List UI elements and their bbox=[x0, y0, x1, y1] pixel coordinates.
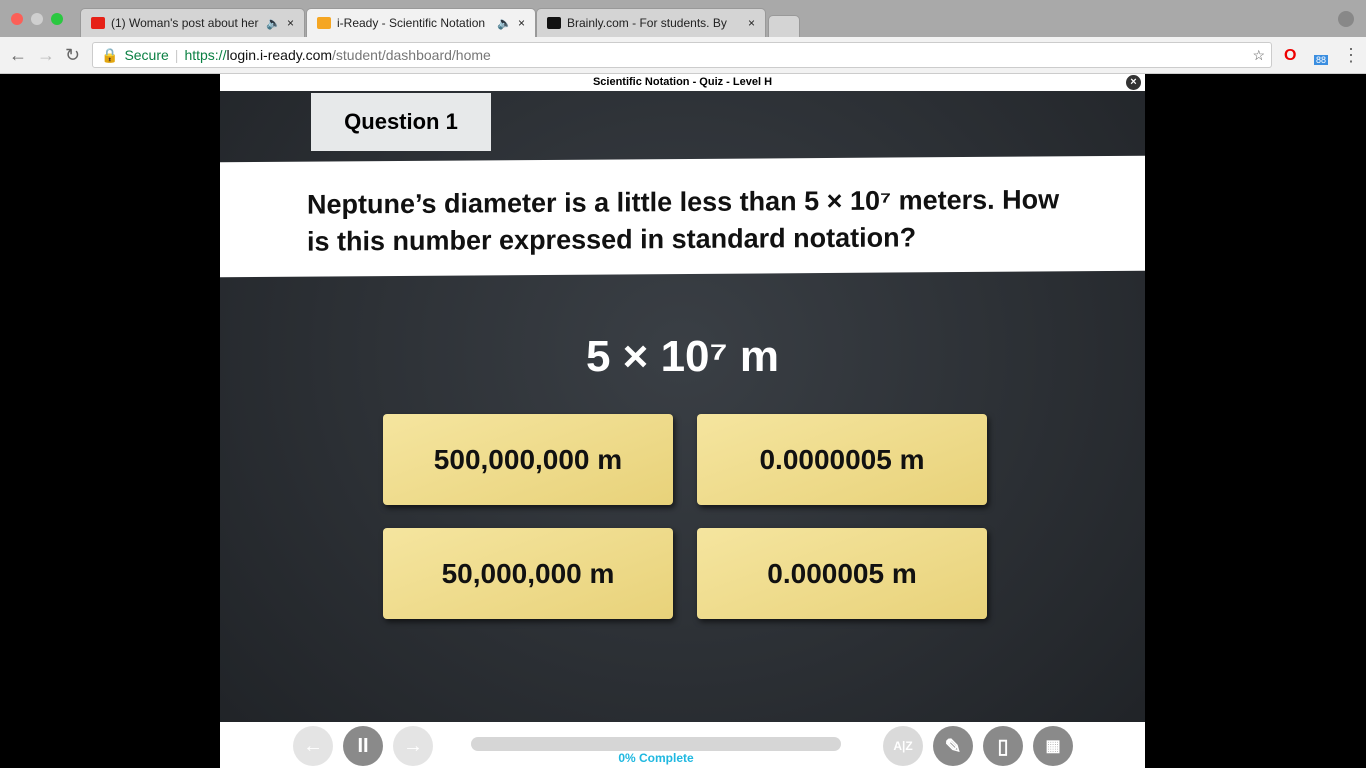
maximize-window-button[interactable] bbox=[51, 13, 63, 25]
reload-icon[interactable]: ↻ bbox=[65, 45, 80, 66]
quiz-app: Scientific Notation - Quiz - Level H × Qu… bbox=[220, 74, 1145, 768]
expression: 5 × 10⁷ m bbox=[585, 332, 780, 381]
youtube-icon bbox=[91, 17, 105, 29]
question-label: Question 1 bbox=[311, 93, 491, 151]
close-tab-icon[interactable]: × bbox=[518, 16, 525, 30]
answer-option-3[interactable]: 50,000,000 m bbox=[383, 528, 673, 619]
address-bar: ← → ↻ 🔒 Secure | https://login.i-ready.c… bbox=[0, 37, 1366, 74]
tab-brainly[interactable]: Brainly.com - For students. By × bbox=[536, 8, 766, 37]
extension-badge[interactable]: 88 bbox=[1314, 55, 1329, 65]
glossary-button[interactable]: A|Z bbox=[883, 726, 923, 766]
opera-icon[interactable]: O bbox=[1284, 47, 1296, 65]
progress-label: 0% Complete bbox=[618, 751, 694, 765]
audio-icon: 🔈 bbox=[497, 16, 512, 30]
close-window-button[interactable] bbox=[11, 13, 23, 25]
forward-icon[interactable]: → bbox=[37, 45, 55, 66]
answer-option-4[interactable]: 0.000005 m bbox=[697, 528, 987, 619]
window-controls bbox=[11, 13, 63, 25]
progress-bar bbox=[471, 737, 841, 751]
tab-youtube[interactable]: (1) Woman's post about her 🔈 × bbox=[80, 8, 305, 37]
bookmark-star-icon[interactable]: ☆ bbox=[1252, 47, 1265, 64]
next-button[interactable]: → bbox=[393, 726, 433, 766]
back-icon[interactable]: ← bbox=[9, 45, 27, 66]
answer-option-1[interactable]: 500,000,000 m bbox=[383, 414, 673, 505]
pencil-button[interactable]: ✎ bbox=[933, 726, 973, 766]
lock-icon: 🔒 bbox=[101, 46, 119, 63]
answer-option-2[interactable]: 0.0000005 m bbox=[697, 414, 987, 505]
previous-button[interactable]: ← bbox=[293, 726, 333, 766]
quiz-header: Scientific Notation - Quiz - Level H × bbox=[220, 74, 1145, 91]
close-tab-icon[interactable]: × bbox=[287, 16, 294, 30]
quiz-footer: ← II → 0% Complete A|Z ✎ ▯ ▦ bbox=[220, 722, 1145, 768]
brainly-icon bbox=[547, 17, 561, 29]
audio-icon: 🔈 bbox=[266, 16, 281, 30]
question-text: Neptune’s diameter is a little less than… bbox=[220, 155, 1145, 278]
new-tab-button[interactable] bbox=[768, 15, 800, 37]
minimize-window-button[interactable] bbox=[31, 13, 43, 25]
url-input[interactable]: 🔒 Secure | https://login.i-ready.com/stu… bbox=[92, 42, 1272, 68]
menu-icon[interactable]: ⋮ bbox=[1342, 45, 1360, 66]
close-tab-icon[interactable]: × bbox=[748, 16, 755, 30]
iready-icon bbox=[317, 17, 331, 29]
close-quiz-button[interactable]: × bbox=[1126, 75, 1141, 90]
tab-bar: (1) Woman's post about her 🔈 × i-Ready - S… bbox=[0, 0, 1366, 37]
tab-iready[interactable]: i-Ready - Scientific Notation 🔈 × bbox=[306, 8, 536, 37]
pause-button[interactable]: II bbox=[343, 726, 383, 766]
profile-icon[interactable] bbox=[1338, 11, 1354, 27]
notepad-button[interactable]: ▯ bbox=[983, 726, 1023, 766]
calculator-button[interactable]: ▦ bbox=[1033, 726, 1073, 766]
